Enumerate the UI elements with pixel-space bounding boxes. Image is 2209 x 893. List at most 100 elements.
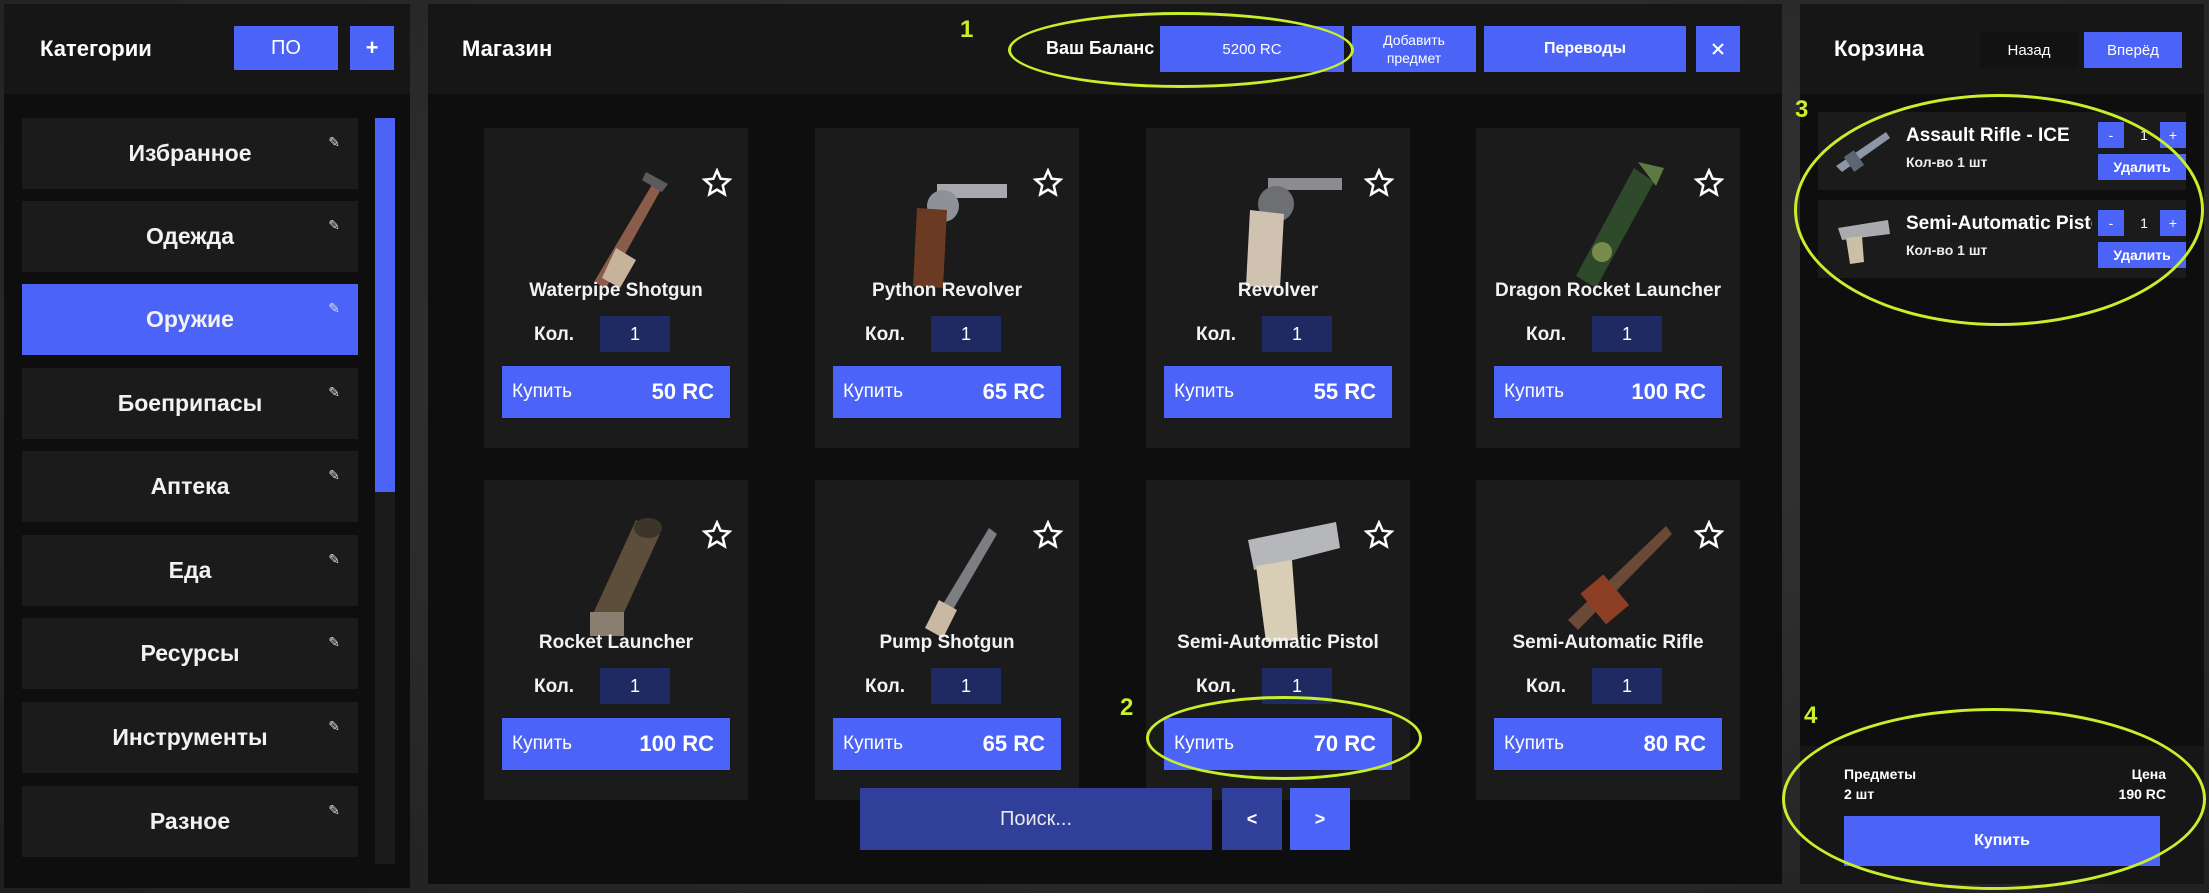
qty-input[interactable]: 1 — [1592, 668, 1662, 704]
pistol-icon — [1248, 522, 1340, 642]
product-name: Semi-Automatic Rifle — [1512, 632, 1704, 653]
category-item-weapons[interactable]: Оружие ✎ — [22, 284, 358, 355]
favorite-star-icon[interactable] — [1364, 168, 1394, 198]
category-label: Одежда — [145, 223, 235, 249]
pencil-icon[interactable]: ✎ — [328, 217, 340, 234]
favorite-star-icon[interactable] — [702, 168, 732, 198]
category-label: Еда — [168, 557, 212, 583]
pencil-icon[interactable]: ✎ — [328, 802, 340, 819]
favorite-star-icon[interactable] — [702, 520, 732, 550]
buy-label: Купить — [512, 381, 573, 402]
annotation-1: 1 — [960, 16, 974, 43]
pencil-icon[interactable]: ✎ — [328, 384, 340, 401]
shop-panel: Магазин Ваш Баланс 5200 RC Добавить пред… — [428, 4, 1782, 884]
back-button[interactable]: Назад — [1980, 32, 2078, 68]
qty-input[interactable]: 1 — [1592, 316, 1662, 352]
cart-title: Корзина — [1834, 36, 1924, 61]
qty-label: Кол. — [1196, 676, 1237, 697]
favorite-star-icon[interactable] — [1694, 168, 1724, 198]
qty-input[interactable]: 1 — [600, 668, 670, 704]
buy-button[interactable]: Купить 55 RC — [1164, 366, 1392, 418]
annotation-oval-balance — [1008, 12, 1354, 88]
buy-price: 65 RC — [982, 379, 1045, 404]
qty-label: Кол. — [534, 676, 575, 697]
product-card: Semi-Automatic Rifle Кол. 1 Купить 80 RC — [1476, 480, 1740, 800]
product-name: Rocket Launcher — [538, 632, 694, 653]
next-page-button[interactable]: > — [1290, 788, 1350, 850]
annotation-oval-cart — [1794, 94, 2204, 326]
add-category-button[interactable]: + — [350, 26, 394, 70]
buy-label: Купить — [1174, 381, 1235, 402]
category-item-medical[interactable]: Аптека ✎ — [22, 451, 358, 522]
category-item-misc[interactable]: Разное ✎ — [22, 786, 358, 857]
qty-label: Кол. — [865, 676, 906, 697]
buy-button[interactable]: Купить 100 RC — [1494, 366, 1722, 418]
category-item-favorites[interactable]: Избранное ✎ — [22, 118, 358, 189]
product-name: Python Revolver — [872, 280, 1022, 301]
qty-input[interactable]: 1 — [931, 668, 1001, 704]
shotgun-icon — [594, 172, 668, 288]
pencil-icon[interactable]: ✎ — [328, 134, 340, 151]
qty-input[interactable]: 1 — [600, 316, 670, 352]
transfers-button[interactable]: Переводы — [1484, 26, 1686, 72]
buy-button[interactable]: Купить 80 RC — [1494, 718, 1722, 770]
close-icon[interactable] — [1696, 26, 1740, 72]
pencil-icon[interactable]: ✎ — [328, 300, 340, 317]
category-label: Аптека — [150, 473, 230, 499]
add-item-button[interactable]: Добавить предмет — [1352, 26, 1476, 72]
favorite-star-icon[interactable] — [1694, 520, 1724, 550]
product-card: Pump Shotgun Кол. 1 Купить 65 RC — [815, 480, 1079, 800]
category-item-food[interactable]: Еда ✎ — [22, 535, 358, 606]
category-label: Оружие — [146, 306, 234, 332]
annotation-4: 4 — [1804, 702, 1818, 729]
category-item-tools[interactable]: Инструменты ✎ — [22, 702, 358, 773]
favorite-star-icon[interactable] — [1033, 520, 1063, 550]
prev-page-button[interactable]: < — [1222, 788, 1282, 850]
product-card: Dragon Rocket Launcher Кол. 1 Купить 100… — [1476, 128, 1740, 448]
category-label: Инструменты — [112, 724, 268, 750]
pencil-icon[interactable]: ✎ — [328, 467, 340, 484]
category-item-resources[interactable]: Ресурсы ✎ — [22, 618, 358, 689]
po-button[interactable]: ПО — [234, 26, 338, 70]
qty-label: Кол. — [1196, 324, 1237, 345]
category-item-ammo[interactable]: Боеприпасы ✎ — [22, 368, 358, 439]
categories-title: Категории — [40, 36, 152, 61]
annotation-3: 3 — [1795, 96, 1809, 123]
favorite-star-icon[interactable] — [1364, 520, 1394, 550]
product-name: Semi-Automatic Pistol — [1177, 632, 1379, 653]
buy-label: Купить — [512, 733, 573, 754]
qty-label: Кол. — [534, 324, 575, 345]
revolver-icon — [913, 184, 1007, 288]
buy-price: 100 RC — [1631, 379, 1706, 404]
annotation-oval-buy — [1146, 696, 1422, 780]
category-label: Боеприпасы — [117, 390, 263, 416]
buy-label: Купить — [843, 733, 904, 754]
scrollbar-thumb[interactable] — [375, 118, 395, 492]
rocket-launcher-icon — [590, 518, 662, 636]
buy-button[interactable]: Купить 65 RC — [833, 718, 1061, 770]
pencil-icon[interactable]: ✎ — [328, 551, 340, 568]
rifle-icon — [1568, 526, 1672, 630]
shop-title: Магазин — [462, 36, 553, 61]
buy-label: Купить — [1504, 381, 1565, 402]
categories-scrollbar[interactable] — [375, 118, 395, 864]
qty-input[interactable]: 1 — [1262, 316, 1332, 352]
pencil-icon[interactable]: ✎ — [328, 634, 340, 651]
category-label: Разное — [149, 808, 231, 834]
favorite-star-icon[interactable] — [1033, 168, 1063, 198]
pencil-icon[interactable]: ✎ — [328, 718, 340, 735]
buy-price: 65 RC — [982, 731, 1045, 756]
buy-button[interactable]: Купить 100 RC — [502, 718, 730, 770]
search-input[interactable]: Поиск... — [860, 788, 1212, 850]
category-item-clothing[interactable]: Одежда ✎ — [22, 201, 358, 272]
product-name: Dragon Rocket Launcher — [1495, 280, 1721, 301]
buy-price: 50 RC — [651, 379, 714, 404]
buy-button[interactable]: Купить 50 RC — [502, 366, 730, 418]
qty-label: Кол. — [1526, 324, 1567, 345]
qty-input[interactable]: 1 — [931, 316, 1001, 352]
product-card: Python Revolver Кол. 1 Купить 65 RC — [815, 128, 1079, 448]
cart-header: Корзина Назад Вперёд — [1800, 4, 2204, 94]
product-card: Revolver Кол. 1 Купить 55 RC — [1146, 128, 1410, 448]
forward-button[interactable]: Вперёд — [2084, 32, 2182, 68]
buy-button[interactable]: Купить 65 RC — [833, 366, 1061, 418]
